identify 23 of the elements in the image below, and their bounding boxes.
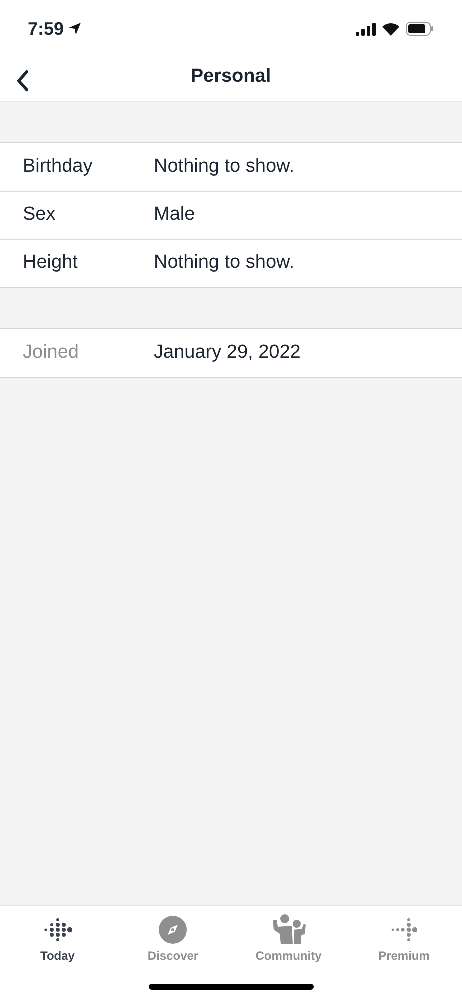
field-value: Nothing to show. (154, 154, 294, 179)
battery-icon (406, 22, 434, 36)
status-time: 7:59 (28, 18, 64, 40)
compass-icon (159, 916, 188, 944)
field-value: Male (154, 203, 196, 228)
field-value: January 29, 2022 (154, 340, 301, 365)
dotted-logo-icon (42, 917, 73, 944)
tab-item[interactable]: Discover (123, 914, 224, 965)
field-label: Sex (23, 203, 57, 228)
wifi-icon (382, 22, 400, 36)
location-arrow-icon (68, 22, 82, 36)
field-label: Height (23, 251, 79, 276)
tab-item[interactable]: Community (238, 914, 339, 965)
page-title: Personal (190, 65, 272, 90)
field-label: Birthday (23, 154, 94, 179)
tab-item[interactable]: Today (8, 914, 108, 965)
field-label: Joined (23, 340, 80, 365)
back-chevron-icon (16, 70, 30, 92)
people-icon (270, 914, 307, 944)
signal-icon (356, 22, 376, 36)
field-value: Nothing to show. (154, 251, 294, 276)
tab-item[interactable]: Premium (354, 914, 454, 965)
dotted-logo-icon (389, 917, 420, 944)
